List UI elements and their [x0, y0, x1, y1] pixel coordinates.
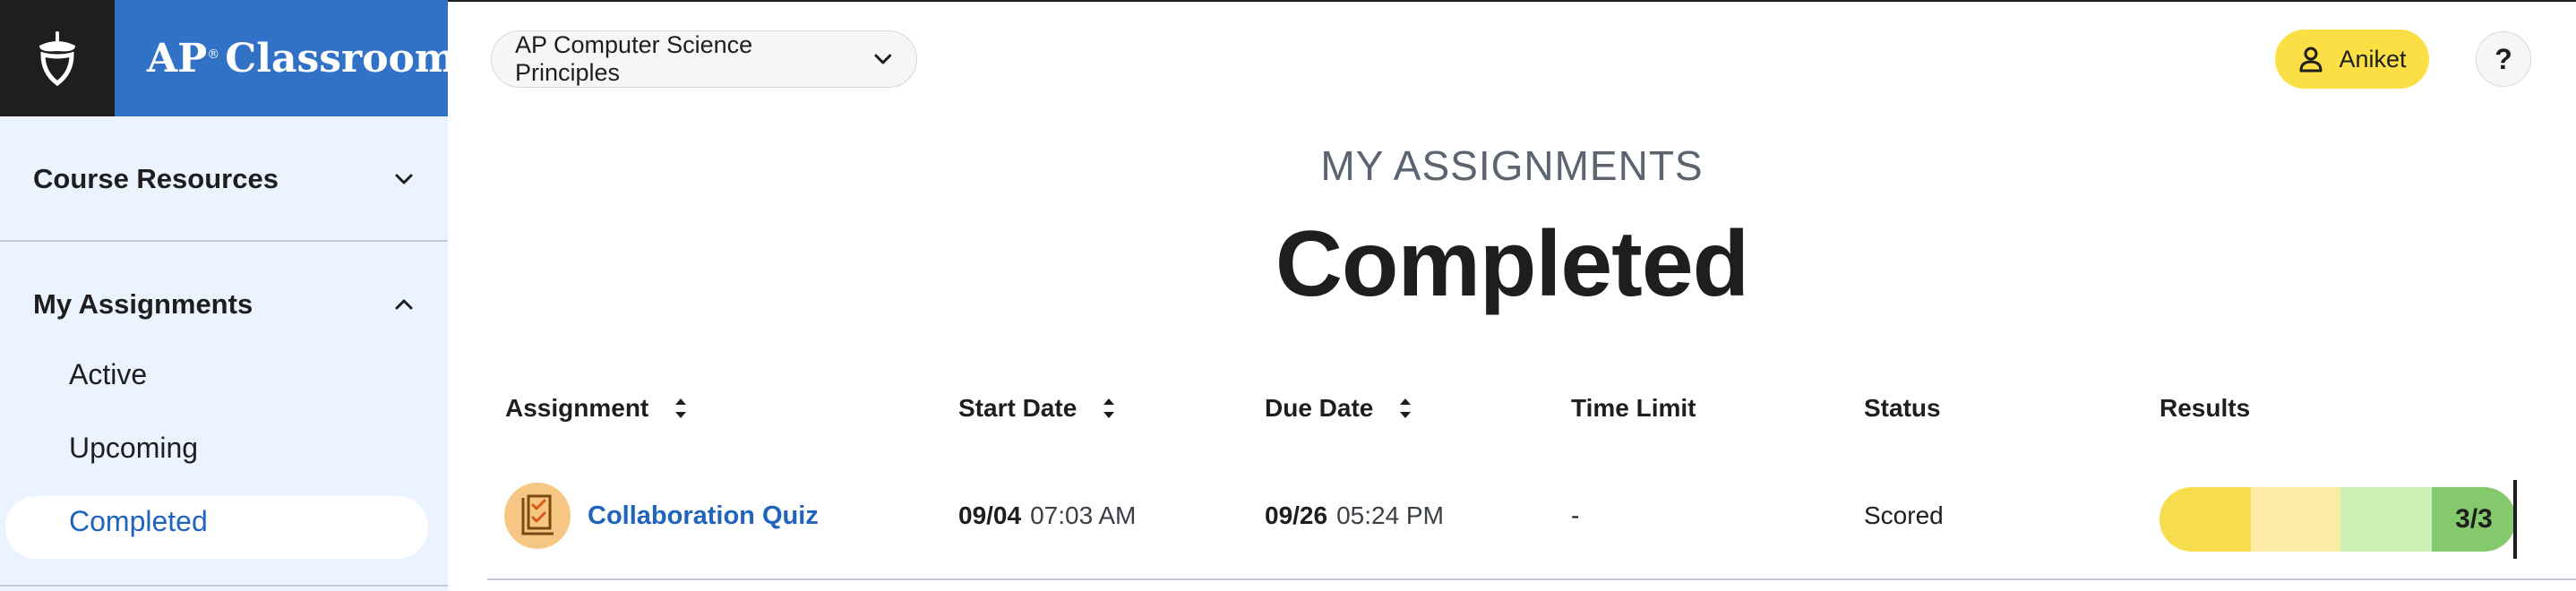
chevron-down-icon: [874, 54, 892, 64]
course-selector-label: AP Computer Science Principles: [515, 31, 753, 86]
sidebar-item-active[interactable]: Active: [69, 358, 147, 391]
sidebar-section-label: Course Resources: [33, 163, 279, 194]
start-time: 07:03 AM: [1030, 501, 1137, 529]
column-header-time-limit: Time Limit: [1571, 390, 1696, 426]
column-header-label: Due Date: [1265, 394, 1374, 422]
quiz-icon: [504, 483, 571, 549]
help-button[interactable]: ?: [2476, 31, 2531, 87]
college-board-logo[interactable]: [0, 0, 115, 116]
app-brand[interactable]: AP ® Classroom: [115, 0, 456, 116]
column-header-results: Results: [2160, 390, 2250, 426]
score-segment: [2340, 487, 2432, 552]
sidebar-section-course-resources[interactable]: Course Resources: [0, 154, 448, 204]
user-icon: [2299, 47, 2323, 73]
assignment-link[interactable]: Collaboration Quiz: [588, 498, 819, 534]
chevron-up-icon: [395, 299, 413, 310]
score-segment: [2160, 487, 2251, 552]
sidebar-divider: [0, 585, 448, 587]
score-segment-result: 3/3: [2432, 487, 2516, 552]
sidebar-divider: [0, 240, 448, 242]
registered-mark: ®: [207, 47, 220, 62]
due-time: 05:24 PM: [1336, 501, 1444, 529]
sidebar: Course Resources My Assignments Active U…: [0, 116, 448, 591]
sidebar-section-my-assignments[interactable]: My Assignments: [0, 279, 448, 330]
course-selector[interactable]: AP Computer Science Principles: [491, 30, 917, 88]
column-header-label: Time Limit: [1571, 394, 1696, 422]
brand-name: Classroom: [225, 35, 457, 81]
user-name: Aniket: [2339, 45, 2407, 73]
checklist-icon: [521, 494, 554, 535]
column-header-label: Results: [2160, 394, 2251, 422]
sidebar-item-upcoming[interactable]: Upcoming: [69, 432, 198, 465]
column-header-label: Start Date: [958, 394, 1078, 422]
score-segment: [2251, 487, 2340, 552]
start-date-cell: 09/04 07:03 AM: [958, 498, 1136, 534]
due-date: 09/26: [1265, 501, 1328, 529]
page-title: Completed: [1275, 212, 1749, 316]
due-date-cell: 09/26 05:24 PM: [1265, 498, 1444, 534]
sidebar-item-completed[interactable]: Completed: [69, 505, 208, 538]
chevron-down-icon: [395, 174, 413, 184]
table-row-divider: [487, 578, 2576, 580]
sort-icon: [675, 398, 687, 418]
column-header-start-date[interactable]: Start Date: [958, 390, 1116, 426]
column-header-label: Status: [1864, 394, 1941, 422]
column-header-due-date[interactable]: Due Date: [1265, 390, 1413, 426]
sidebar-section-label: My Assignments: [33, 288, 253, 320]
result-score: 3/3: [2455, 504, 2493, 534]
help-icon: ?: [2494, 42, 2512, 75]
page-eyebrow: MY ASSIGNMENTS: [1320, 142, 1704, 189]
user-menu-button[interactable]: Aniket: [2275, 30, 2429, 89]
brand-prefix: AP: [147, 35, 208, 81]
score-marker: [2513, 480, 2517, 559]
column-header-status: Status: [1864, 390, 1941, 426]
acorn-icon: [39, 31, 75, 87]
sort-icon: [1400, 398, 1412, 418]
column-header-assignment[interactable]: Assignment: [505, 390, 688, 426]
start-date: 09/04: [958, 501, 1022, 529]
column-header-label: Assignment: [505, 394, 649, 422]
sort-icon: [1103, 398, 1115, 418]
status-cell: Scored: [1864, 501, 1944, 529]
time-limit-cell: -: [1571, 501, 1580, 529]
results-score-bar[interactable]: 3/3: [2160, 487, 2516, 552]
